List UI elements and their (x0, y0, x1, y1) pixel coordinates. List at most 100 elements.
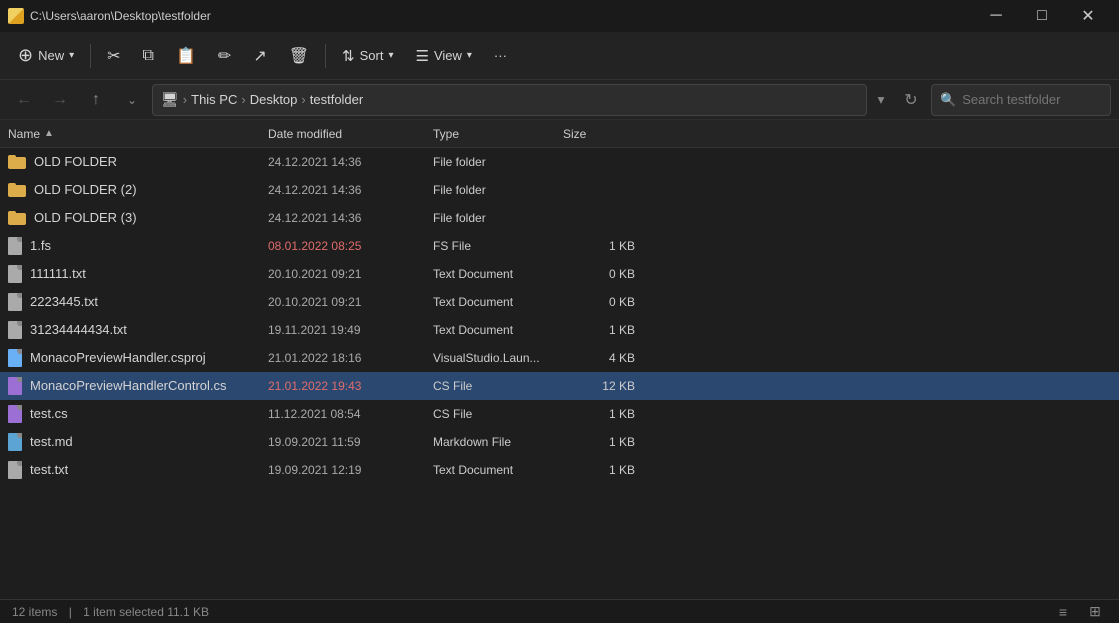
more-options-button[interactable]: ··· (484, 38, 517, 74)
status-separator-1: | (69, 605, 72, 619)
address-dropdown-button[interactable]: ▾ (871, 84, 891, 116)
file-icon (8, 405, 22, 423)
window-title: C:\Users\aaron\Desktop\testfolder (30, 9, 211, 23)
file-cell-date: 08.01.2022 08:25 (268, 239, 433, 253)
file-name: test.txt (30, 462, 68, 477)
item-count: 12 items (12, 605, 57, 619)
grid-view-button[interactable]: ⊞ (1083, 602, 1107, 622)
col-header-type[interactable]: Type (433, 127, 563, 141)
table-row[interactable]: OLD FOLDER 24.12.2021 14:36 File folder (0, 148, 1119, 176)
sort-button[interactable]: ⇅ Sort ▾ (332, 38, 403, 74)
path-this-pc[interactable]: This PC (191, 92, 237, 107)
status-bar: 12 items | 1 item selected 11.1 KB ≡ ⊞ (0, 599, 1119, 623)
table-row[interactable]: test.md 19.09.2021 11:59 Markdown File 1… (0, 428, 1119, 456)
file-cell-type: Text Document (433, 323, 563, 337)
app-icon (8, 8, 24, 24)
table-row[interactable]: 31234444434.txt 19.11.2021 19:49 Text Do… (0, 316, 1119, 344)
search-box[interactable]: 🔍 (931, 84, 1111, 116)
sort-label: Sort (360, 48, 384, 63)
file-cell-name: 31234444434.txt (8, 321, 268, 339)
close-button[interactable]: ✕ (1065, 0, 1111, 32)
file-cell-type: VisualStudio.Laun... (433, 351, 563, 365)
window-controls: ─ □ ✕ (973, 0, 1111, 32)
file-cell-date: 24.12.2021 14:36 (268, 183, 433, 197)
table-row[interactable]: 1.fs 08.01.2022 08:25 FS File 1 KB (0, 232, 1119, 260)
toolbar: ⊕ New ▾ ✂ ⧉ 📋 ✏ ↗ 🗑 ⇅ Sort ▾ ☰ View ▾ ··… (0, 32, 1119, 80)
col-header-size[interactable]: Size (563, 127, 643, 141)
minimize-button[interactable]: ─ (973, 0, 1019, 32)
copy-button[interactable]: ⧉ (133, 38, 164, 74)
title-bar-left: C:\Users\aaron\Desktop\testfolder (8, 8, 211, 24)
file-cell-name: OLD FOLDER (8, 154, 268, 169)
refresh-button[interactable]: ↻ (895, 84, 927, 116)
file-icon (8, 293, 22, 311)
table-row[interactable]: MonacoPreviewHandlerControl.cs 21.01.202… (0, 372, 1119, 400)
table-row[interactable]: OLD FOLDER (2) 24.12.2021 14:36 File fol… (0, 176, 1119, 204)
file-cell-date: 19.09.2021 12:19 (268, 463, 433, 477)
file-cell-size: 12 KB (563, 379, 643, 393)
file-cell-date: 20.10.2021 09:21 (268, 267, 433, 281)
file-cell-size: 1 KB (563, 463, 643, 477)
file-cell-name: 111111.txt (8, 265, 268, 283)
file-name: test.md (30, 434, 73, 449)
table-row[interactable]: test.cs 11.12.2021 08:54 CS File 1 KB (0, 400, 1119, 428)
file-cell-date: 24.12.2021 14:36 (268, 211, 433, 225)
sort-chevron-icon: ▾ (388, 50, 393, 61)
copy-icon: ⧉ (143, 47, 154, 65)
file-name: 111111.txt (30, 266, 86, 281)
delete-button[interactable]: 🗑 (279, 38, 319, 74)
file-cell-type: CS File (433, 407, 563, 421)
file-cell-name: 2223445.txt (8, 293, 268, 311)
file-icon (8, 349, 22, 367)
path-testfolder[interactable]: testfolder (310, 92, 363, 107)
new-label: New (38, 48, 64, 63)
recent-button[interactable]: ⌄ (116, 84, 148, 116)
column-headers: Name ▲ Date modified Type Size (0, 120, 1119, 148)
file-icon (8, 461, 22, 479)
path-desktop[interactable]: Desktop (250, 92, 298, 107)
sort-arrow-icon: ▲ (44, 128, 54, 139)
file-cell-size: 1 KB (563, 435, 643, 449)
table-row[interactable]: OLD FOLDER (3) 24.12.2021 14:36 File fol… (0, 204, 1119, 232)
up-button[interactable]: ↑ (80, 84, 112, 116)
status-left: 12 items | 1 item selected 11.1 KB (12, 605, 209, 619)
back-button[interactable]: ← (8, 84, 40, 116)
file-cell-date: 20.10.2021 09:21 (268, 295, 433, 309)
file-name: test.cs (30, 406, 68, 421)
folder-icon (8, 211, 26, 225)
sort-icon: ⇅ (342, 47, 355, 65)
file-name: MonacoPreviewHandlerControl.cs (30, 378, 227, 393)
new-button[interactable]: ⊕ New ▾ (8, 38, 84, 74)
file-cell-name: test.md (8, 433, 268, 451)
title-bar: C:\Users\aaron\Desktop\testfolder ─ □ ✕ (0, 0, 1119, 32)
toolbar-separator-2 (325, 44, 326, 68)
col-header-date[interactable]: Date modified (268, 127, 433, 141)
rename-icon: ✏ (218, 46, 231, 66)
paste-button[interactable]: 📋 (166, 38, 206, 74)
col-header-name[interactable]: Name ▲ (8, 127, 268, 141)
search-icon: 🔍 (940, 92, 956, 108)
search-input[interactable] (962, 92, 1102, 107)
path-folder-icon: 🖥 (161, 91, 179, 108)
table-row[interactable]: 111111.txt 20.10.2021 09:21 Text Documen… (0, 260, 1119, 288)
selected-info: 1 item selected 11.1 KB (83, 605, 209, 619)
list-view-button[interactable]: ≡ (1051, 602, 1075, 622)
table-row[interactable]: MonacoPreviewHandler.csproj 21.01.2022 1… (0, 344, 1119, 372)
view-button[interactable]: ☰ View ▾ (405, 38, 481, 74)
file-cell-type: File folder (433, 155, 563, 169)
file-cell-date: 11.12.2021 08:54 (268, 407, 433, 421)
address-path[interactable]: 🖥 › This PC › Desktop › testfolder (152, 84, 867, 116)
share-icon: ↗ (253, 46, 266, 66)
file-cell-name: test.cs (8, 405, 268, 423)
share-button[interactable]: ↗ (243, 38, 276, 74)
file-name: OLD FOLDER (3) (34, 210, 137, 225)
cut-button[interactable]: ✂ (97, 38, 130, 74)
maximize-button[interactable]: □ (1019, 0, 1065, 32)
view-label: View (434, 48, 462, 63)
forward-button[interactable]: → (44, 84, 76, 116)
file-icon (8, 433, 22, 451)
file-name: OLD FOLDER (2) (34, 182, 137, 197)
table-row[interactable]: 2223445.txt 20.10.2021 09:21 Text Docume… (0, 288, 1119, 316)
table-row[interactable]: test.txt 19.09.2021 12:19 Text Document … (0, 456, 1119, 484)
rename-button[interactable]: ✏ (208, 38, 241, 74)
